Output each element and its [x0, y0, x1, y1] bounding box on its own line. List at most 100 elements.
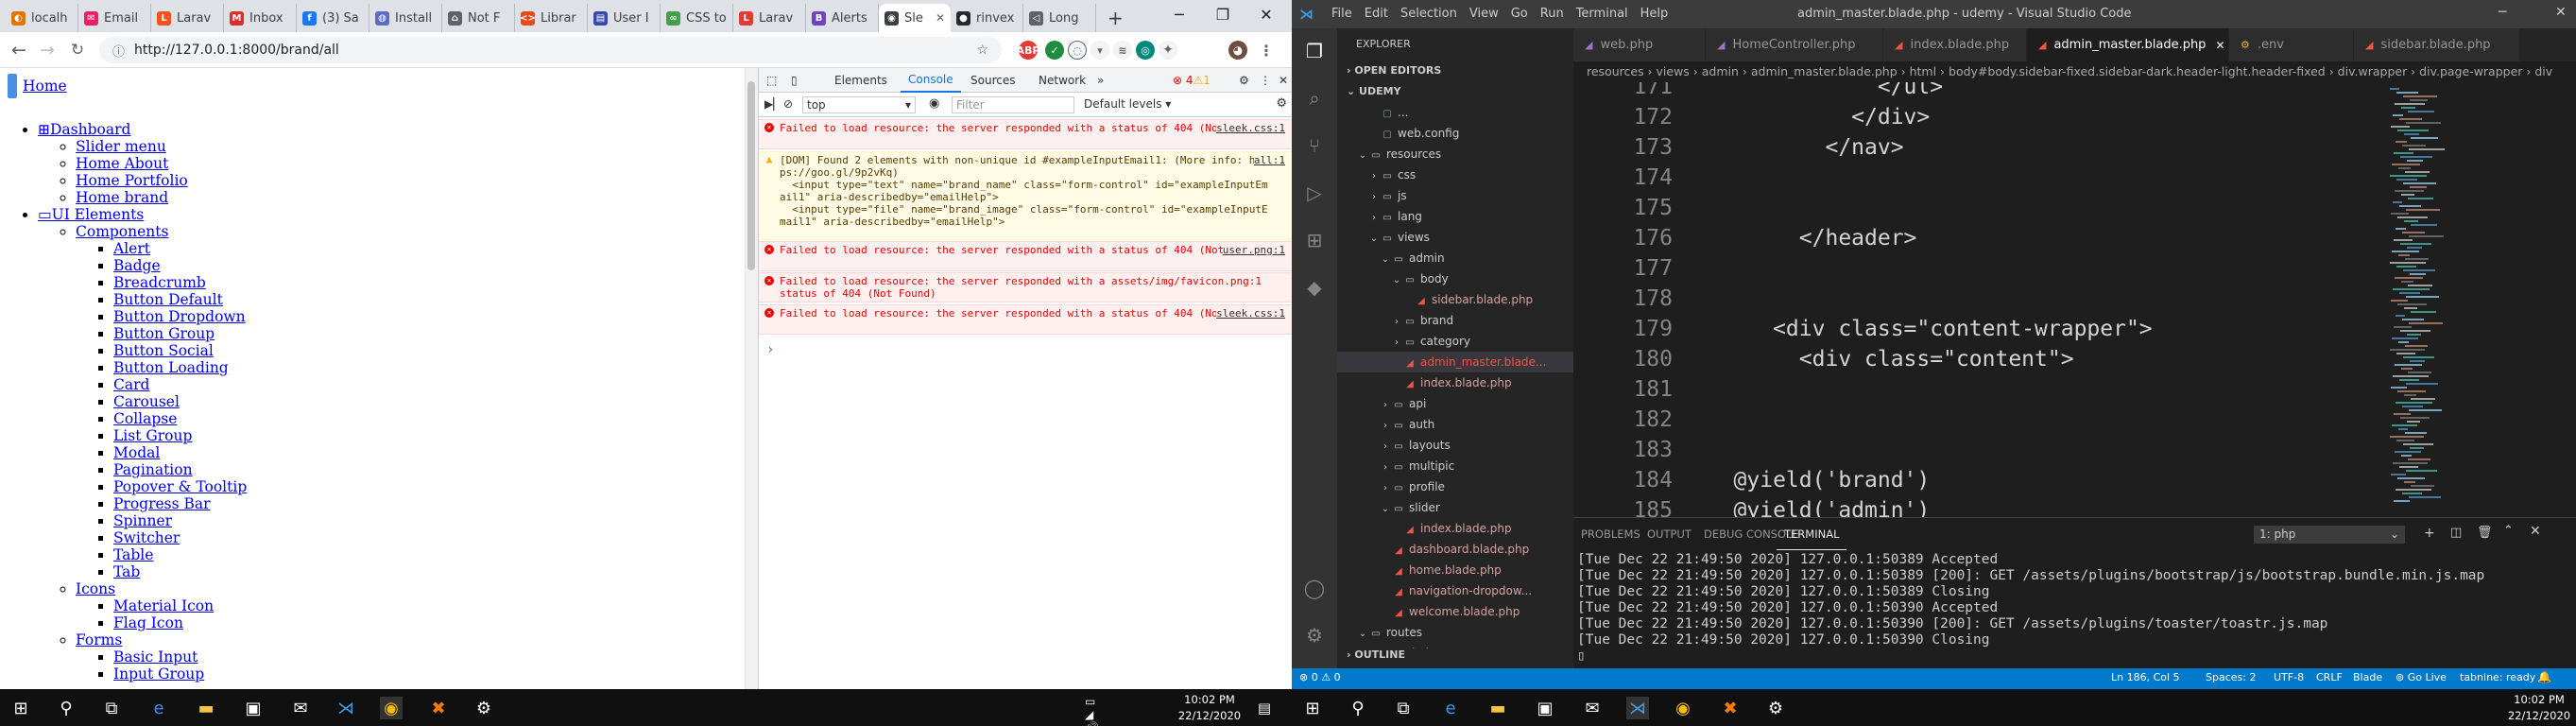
code-line[interactable]: </header> — [1694, 226, 1917, 251]
browser-tab[interactable]: B Alerts — [806, 4, 879, 32]
maximize-icon[interactable]: ❐ — [1201, 0, 1245, 28]
nav-link[interactable]: Home brand — [76, 189, 168, 206]
tab-network[interactable]: Network — [1031, 68, 1093, 93]
close-panel-icon[interactable]: ✕ — [2530, 524, 2541, 539]
panel-tab-output[interactable]: OUTPUT — [1640, 518, 1699, 550]
editor-tab[interactable]: ◢ HomeController.php — [1706, 28, 1883, 61]
nav-link[interactable]: Spinner — [113, 512, 172, 529]
mail-icon[interactable]: ✉ — [289, 697, 312, 719]
message-source-link[interactable]: sleek.css:1 — [1216, 307, 1285, 320]
nav-link[interactable]: Progress Bar — [113, 495, 211, 512]
extension-icon[interactable]: ◎ — [1136, 41, 1155, 60]
new-terminal-icon[interactable]: + — [2424, 526, 2435, 541]
vscode-taskbar-icon[interactable]: ⋊ — [335, 697, 357, 719]
menu-item-selection[interactable]: Selection — [1400, 7, 1457, 21]
nav-link[interactable]: Popover & Tooltip — [113, 478, 247, 495]
browser-tab[interactable]: ◁ Long — [1023, 4, 1096, 32]
minimize-icon[interactable]: ─ — [1158, 0, 1201, 28]
encoding[interactable]: UTF-8 — [2274, 671, 2304, 683]
menu-item-terminal[interactable]: Terminal — [1576, 7, 1628, 21]
file-explorer-icon[interactable]: ▬ — [1486, 697, 1509, 719]
nav-link[interactable]: Pagination — [113, 461, 193, 478]
nav-link[interactable]: Button Dropdown — [113, 308, 246, 325]
editor-tab[interactable]: ◢ web.php — [1573, 28, 1706, 61]
nav-link[interactable]: Breadcrumb — [113, 274, 206, 291]
edge-icon[interactable]: e — [1439, 697, 1462, 719]
nav-link[interactable]: Slider menu — [76, 138, 166, 155]
device-toggle-icon[interactable]: ▯ — [783, 68, 808, 93]
tree-item[interactable]: ◢ index.blade.php — [1337, 518, 1573, 539]
nav-link[interactable]: Carousel — [113, 393, 180, 410]
nav-link[interactable]: Components — [76, 223, 168, 240]
info-icon[interactable]: ⓘ — [112, 42, 125, 60]
store-icon[interactable]: ▣ — [242, 697, 265, 719]
eye-icon[interactable]: ◉ — [929, 96, 939, 111]
menu-item-edit[interactable]: Edit — [1365, 7, 1388, 21]
edge-icon[interactable]: e — [147, 697, 170, 719]
nav-link[interactable]: Icons — [76, 580, 115, 597]
store-icon[interactable]: ▣ — [1534, 697, 1556, 719]
tree-item[interactable]: › ▭ js — [1337, 185, 1573, 206]
close-icon[interactable]: ✕ — [2215, 39, 2224, 52]
clock-date[interactable]: 22/12/2020 — [1176, 709, 1244, 722]
menu-item-view[interactable]: View — [1469, 7, 1499, 21]
nav-link[interactable]: Card — [113, 376, 149, 393]
menu-item-run[interactable]: Run — [1540, 7, 1564, 21]
shield-extension-icon[interactable]: ✓ — [1045, 41, 1064, 60]
nav-link[interactable]: Button Default — [113, 291, 223, 308]
xampp-icon[interactable]: ✖ — [1719, 697, 1742, 719]
windows-start-icon[interactable]: ⊞ — [9, 697, 32, 719]
inspect-icon[interactable]: ⬚ — [759, 68, 783, 93]
tree-item[interactable]: ⌄ ▭ routes — [1337, 622, 1573, 643]
problems-count[interactable]: ⊗ 0 ⚠ 0 — [1299, 671, 1341, 683]
close-icon[interactable]: ✕ — [1245, 0, 1288, 28]
tree-item[interactable]: › ▭ layouts — [1337, 435, 1573, 456]
panel-tab-terminal[interactable]: TERMINAL — [1777, 518, 1847, 550]
tree-item[interactable]: › ▭ api — [1337, 393, 1573, 414]
nav-link[interactable]: Material Icon — [113, 597, 214, 614]
menu-item-go[interactable]: Go — [1511, 7, 1528, 21]
filter-input[interactable]: Filter — [952, 96, 1074, 113]
windows-start-icon[interactable]: ⊞ — [1301, 697, 1324, 719]
tree-item[interactable]: ◢ sidebar.blade.php — [1337, 289, 1573, 310]
message-source-link[interactable]: user.png:1 — [1222, 244, 1285, 256]
tree-item[interactable]: ⌄ ▭ views — [1337, 227, 1573, 248]
system-tray-icons[interactable]: ⌃ ▭ ◢ 🔊 — [1085, 682, 1108, 726]
browser-tab[interactable]: ● rinvex — [951, 4, 1023, 32]
tree-item[interactable]: ◢ navigation-dropdow... — [1337, 580, 1573, 601]
clear-console-icon[interactable]: ⊘ — [783, 97, 793, 111]
settings-gear-icon[interactable]: ⚙ — [472, 697, 495, 719]
tree-item[interactable]: ◢ dashboard.blade.php — [1337, 539, 1573, 560]
log-levels-select[interactable]: Default levels ▾ — [1084, 97, 1171, 111]
editor-tab[interactable]: ◢ index.blade.php — [1883, 28, 2027, 61]
panel-tab-problems[interactable]: PROBLEMS — [1573, 518, 1648, 550]
tree-item[interactable]: › ▭ category — [1337, 331, 1573, 352]
new-tab-button[interactable]: + — [1102, 4, 1129, 32]
tree-item[interactable]: ◢ welcome.blade.php — [1337, 601, 1573, 622]
console-prompt[interactable]: › — [766, 342, 774, 357]
source-control-icon[interactable]: ⑂ — [1303, 134, 1326, 157]
browser-tab[interactable]: L Larav — [733, 4, 806, 32]
nav-link[interactable]: ⊞Dashboard — [38, 121, 130, 138]
xampp-icon[interactable]: ✖ — [427, 697, 450, 719]
browser-tab[interactable]: ◍ Install — [369, 4, 442, 32]
code-line[interactable]: @yield('admin') — [1694, 498, 1931, 517]
nav-link[interactable]: Home About — [76, 155, 168, 172]
nav-link[interactable]: Switcher — [113, 529, 180, 546]
minimap[interactable] — [2386, 82, 2452, 517]
menu-icon[interactable]: ⋮ — [1257, 41, 1276, 60]
tab-more[interactable]: » — [1090, 68, 1111, 93]
adblock-extension-icon[interactable]: ABP — [1017, 41, 1039, 60]
editor-tab[interactable]: ⚙ .env — [2229, 28, 2354, 61]
clock-date[interactable]: 22/12/2020 — [2505, 709, 2573, 722]
indentation[interactable]: Spaces: 2 — [2206, 671, 2256, 683]
outline-section[interactable]: › OUTLINE — [1347, 648, 1573, 661]
reload-icon[interactable]: ↻ — [66, 39, 89, 61]
code-line[interactable]: </div> — [1694, 105, 1930, 130]
breadcrumb[interactable]: resources › views › admin › admin_master… — [1573, 61, 2576, 82]
extensions-icon[interactable]: ⊞ — [1303, 229, 1326, 251]
tree-item[interactable]: ▢... — [1337, 102, 1573, 123]
tree-item[interactable]: › ▭ multipic — [1337, 456, 1573, 476]
settings-gear-icon[interactable]: ⚙ — [1303, 624, 1326, 647]
nav-link[interactable]: List Group — [113, 427, 192, 444]
